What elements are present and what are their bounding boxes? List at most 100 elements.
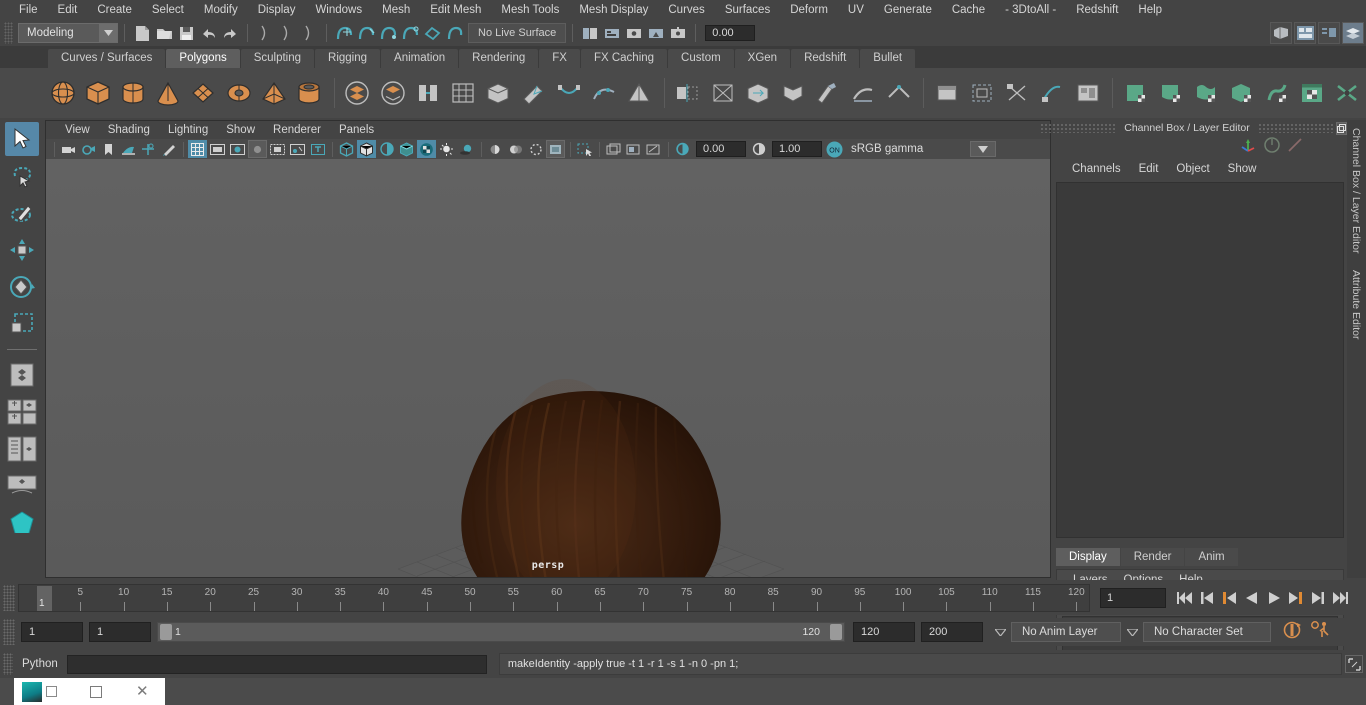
grease-pencil-icon[interactable] [159, 140, 178, 158]
mesh-cleanup-icon[interactable] [706, 76, 739, 110]
undo-icon[interactable] [197, 22, 219, 44]
uv-planar-map-icon[interactable] [965, 76, 998, 110]
channel-box-sliders-icon[interactable] [1264, 136, 1280, 158]
smooth-icon[interactable] [587, 76, 620, 110]
animation-preferences-icon[interactable] [1309, 620, 1331, 645]
motion-blur-icon[interactable] [506, 140, 525, 158]
restore-window-icon[interactable] [46, 686, 57, 697]
gamma-value-field[interactable]: 1.00 [772, 141, 822, 157]
outliner-panel-icon[interactable] [579, 22, 601, 44]
tab-anim[interactable]: Anim [1185, 548, 1238, 566]
menu-uv[interactable]: UV [838, 0, 874, 20]
uv-unfold-icon[interactable] [1036, 76, 1069, 110]
tab-display[interactable]: Display [1056, 548, 1120, 566]
paint-select-tool[interactable] [5, 196, 39, 230]
anim-layer-chevron-down-icon[interactable] [992, 622, 1008, 642]
new-scene-icon[interactable] [131, 22, 153, 44]
poly-plane-icon[interactable] [187, 76, 220, 110]
status-line-grip[interactable] [4, 22, 13, 44]
shaded-wireframe-icon[interactable] [377, 140, 396, 158]
shelf-tab-rigging[interactable]: Rigging [315, 49, 381, 68]
xray-icon[interactable] [288, 140, 307, 158]
menu-mesh-tools[interactable]: Mesh Tools [491, 0, 569, 20]
next-key-button[interactable] [1286, 588, 1305, 608]
triangulate-icon[interactable] [622, 76, 655, 110]
poly-pyramid-icon[interactable] [257, 76, 290, 110]
tab-render[interactable]: Render [1120, 548, 1185, 566]
exposure-reset-icon[interactable] [673, 140, 692, 158]
soften-harden-edge-icon[interactable] [847, 76, 880, 110]
chevron-down-icon[interactable] [970, 141, 996, 157]
animation-end-time-field[interactable]: 200 [921, 622, 983, 642]
menu-edit-mesh[interactable]: Edit Mesh [420, 0, 491, 20]
vertical-tab-attribute-editor[interactable]: Attribute Editor [1347, 262, 1365, 347]
snap-to-curve-icon[interactable] [355, 22, 377, 44]
use-all-lights-icon[interactable] [437, 140, 456, 158]
menu-deform[interactable]: Deform [780, 0, 838, 20]
range-slider-right-handle[interactable] [830, 624, 842, 640]
selection-mask-hierarchy-icon[interactable] [254, 22, 276, 44]
auto-keyframe-toggle-icon[interactable] [1281, 620, 1303, 645]
scale-tool[interactable] [5, 307, 39, 341]
menu-3dtoall[interactable]: - 3DtoAll - [995, 0, 1066, 20]
shelf-tab-rendering[interactable]: Rendering [459, 49, 539, 68]
channel-menu-channels[interactable]: Channels [1063, 163, 1130, 175]
script-editor-button[interactable] [1345, 655, 1363, 673]
live-surface-field[interactable]: No Live Surface [468, 23, 567, 43]
viewport-menu-renderer[interactable]: Renderer [264, 124, 330, 136]
chevron-down-icon[interactable] [99, 24, 117, 42]
poly-torus-icon[interactable] [222, 76, 255, 110]
quick-layout-persp-icon[interactable] [5, 469, 39, 503]
menu-edit[interactable]: Edit [48, 0, 88, 20]
gamma-reset-icon[interactable] [749, 140, 768, 158]
command-input-field[interactable] [66, 654, 487, 674]
isolate-select-icon[interactable] [575, 140, 594, 158]
crease-tool-icon[interactable] [882, 76, 915, 110]
uv-layout-icon[interactable] [1071, 76, 1104, 110]
gate-mask-icon[interactable] [248, 140, 267, 158]
sculpt-geometry-icon[interactable] [812, 76, 845, 110]
taskbar-window-entry[interactable]: ✕ [14, 678, 165, 705]
panel-grip[interactable] [1040, 123, 1117, 133]
go-to-start-button[interactable] [1176, 588, 1195, 608]
exposure-field[interactable]: 0.00 [705, 25, 756, 41]
shelf-tab-curves-surfaces[interactable]: Curves / Surfaces [48, 49, 166, 68]
play-forwards-button[interactable] [1264, 588, 1283, 608]
poly-pipe-icon[interactable] [293, 76, 326, 110]
mirror-geometry-icon[interactable] [671, 76, 704, 110]
shelf-tab-bullet[interactable]: Bullet [860, 49, 916, 68]
outliner-persp-layout-icon[interactable] [1318, 22, 1340, 44]
exposure-value-field[interactable]: 0.00 [696, 141, 746, 157]
hypergraph-panel-icon[interactable] [601, 22, 623, 44]
maya-taskbar-icon[interactable] [22, 681, 42, 702]
menu-display[interactable]: Display [248, 0, 306, 20]
smooth-shading-icon[interactable] [357, 140, 376, 158]
boolean-difference-icon[interactable] [376, 76, 409, 110]
menu-generate[interactable]: Generate [874, 0, 942, 20]
viewport-menu-shading[interactable]: Shading [99, 124, 159, 136]
menu-redshift[interactable]: Redshift [1066, 0, 1128, 20]
reduce-icon[interactable] [776, 76, 809, 110]
shelf-tab-fx-caching[interactable]: FX Caching [580, 49, 668, 68]
anim-layer-select[interactable]: No Anim Layer [1011, 622, 1121, 642]
menu-file[interactable]: File [9, 0, 48, 20]
render-settings-icon[interactable] [667, 22, 689, 44]
channel-box-layout-icon[interactable] [1342, 22, 1364, 44]
snap-to-view-plane-icon[interactable] [421, 22, 443, 44]
wireframe-shading-icon[interactable] [337, 140, 356, 158]
bridge-icon[interactable] [552, 76, 585, 110]
current-frame-field[interactable]: 1 [1100, 587, 1166, 608]
screen-space-ao-icon[interactable] [486, 140, 505, 158]
assign-ramp-icon[interactable] [1260, 76, 1293, 110]
last-tool-used[interactable] [5, 358, 39, 392]
viewport-menu-show[interactable]: Show [217, 124, 264, 136]
playback-end-time-field[interactable]: 120 [853, 622, 915, 642]
shelf-tab-custom[interactable]: Custom [668, 49, 734, 68]
snap-to-projected-center-icon[interactable] [399, 22, 421, 44]
viewport-3d-canvas[interactable]: persp [46, 159, 1050, 577]
minimize-window-icon[interactable] [90, 686, 102, 698]
poly-cone-icon[interactable] [152, 76, 185, 110]
color-management-select[interactable]: sRGB gamma [845, 141, 970, 157]
depth-of-field-icon[interactable] [546, 140, 565, 158]
menu-surfaces[interactable]: Surfaces [715, 0, 780, 20]
